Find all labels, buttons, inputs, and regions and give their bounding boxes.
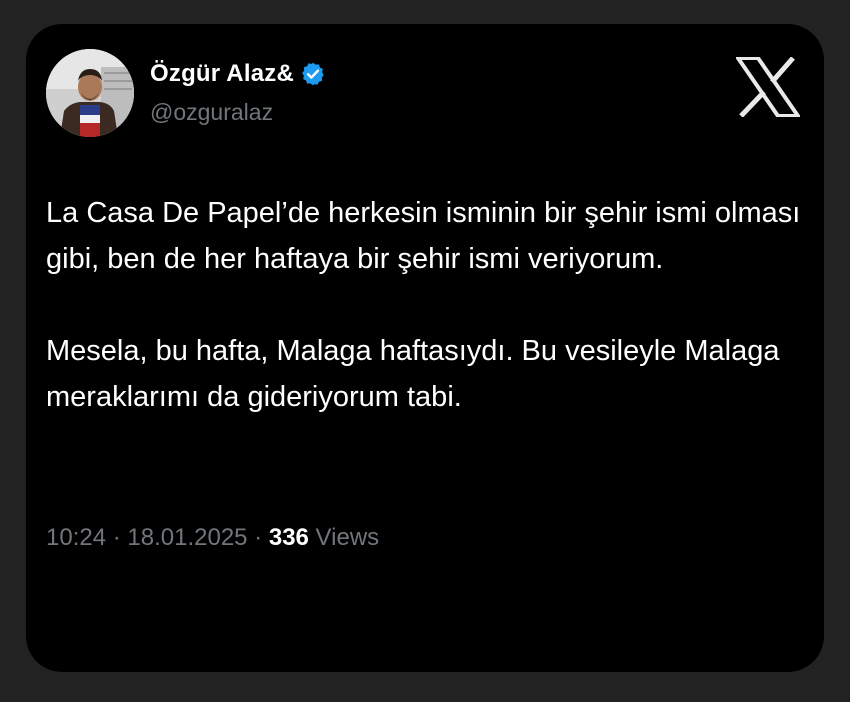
tweet-card: Özgür Alaz& @ozguralaz La Casa De Papel’… (26, 24, 824, 672)
meta-separator: · (247, 524, 269, 551)
author-name-row: Özgür Alaz& (150, 58, 326, 90)
tweet-time[interactable]: 10:24 (46, 524, 106, 552)
tweet-meta: 10:24 · 18.01.2025 · 336 Views (46, 524, 379, 552)
author-handle[interactable]: @ozguralaz (150, 99, 273, 126)
profile-photo-icon (46, 49, 134, 137)
author-avatar[interactable] (46, 49, 134, 137)
tweet-paragraph: La Casa De Papel’de herkesin isminin bir… (46, 197, 801, 275)
verified-badge-icon (300, 61, 326, 87)
meta-separator: · (106, 524, 128, 551)
author-display-name[interactable]: Özgür Alaz& (150, 60, 294, 88)
views-count: 336 (268, 524, 309, 551)
tweet-paragraph: Mesela, bu hafta, Malaga haftasıydı. Bu … (46, 335, 780, 413)
tweet-text: La Casa De Papel’de herkesin isminin bir… (46, 190, 806, 420)
x-logo-icon[interactable] (734, 56, 802, 118)
tweet-date[interactable]: 18.01.2025 (127, 524, 247, 552)
views-label: Views (308, 524, 380, 551)
